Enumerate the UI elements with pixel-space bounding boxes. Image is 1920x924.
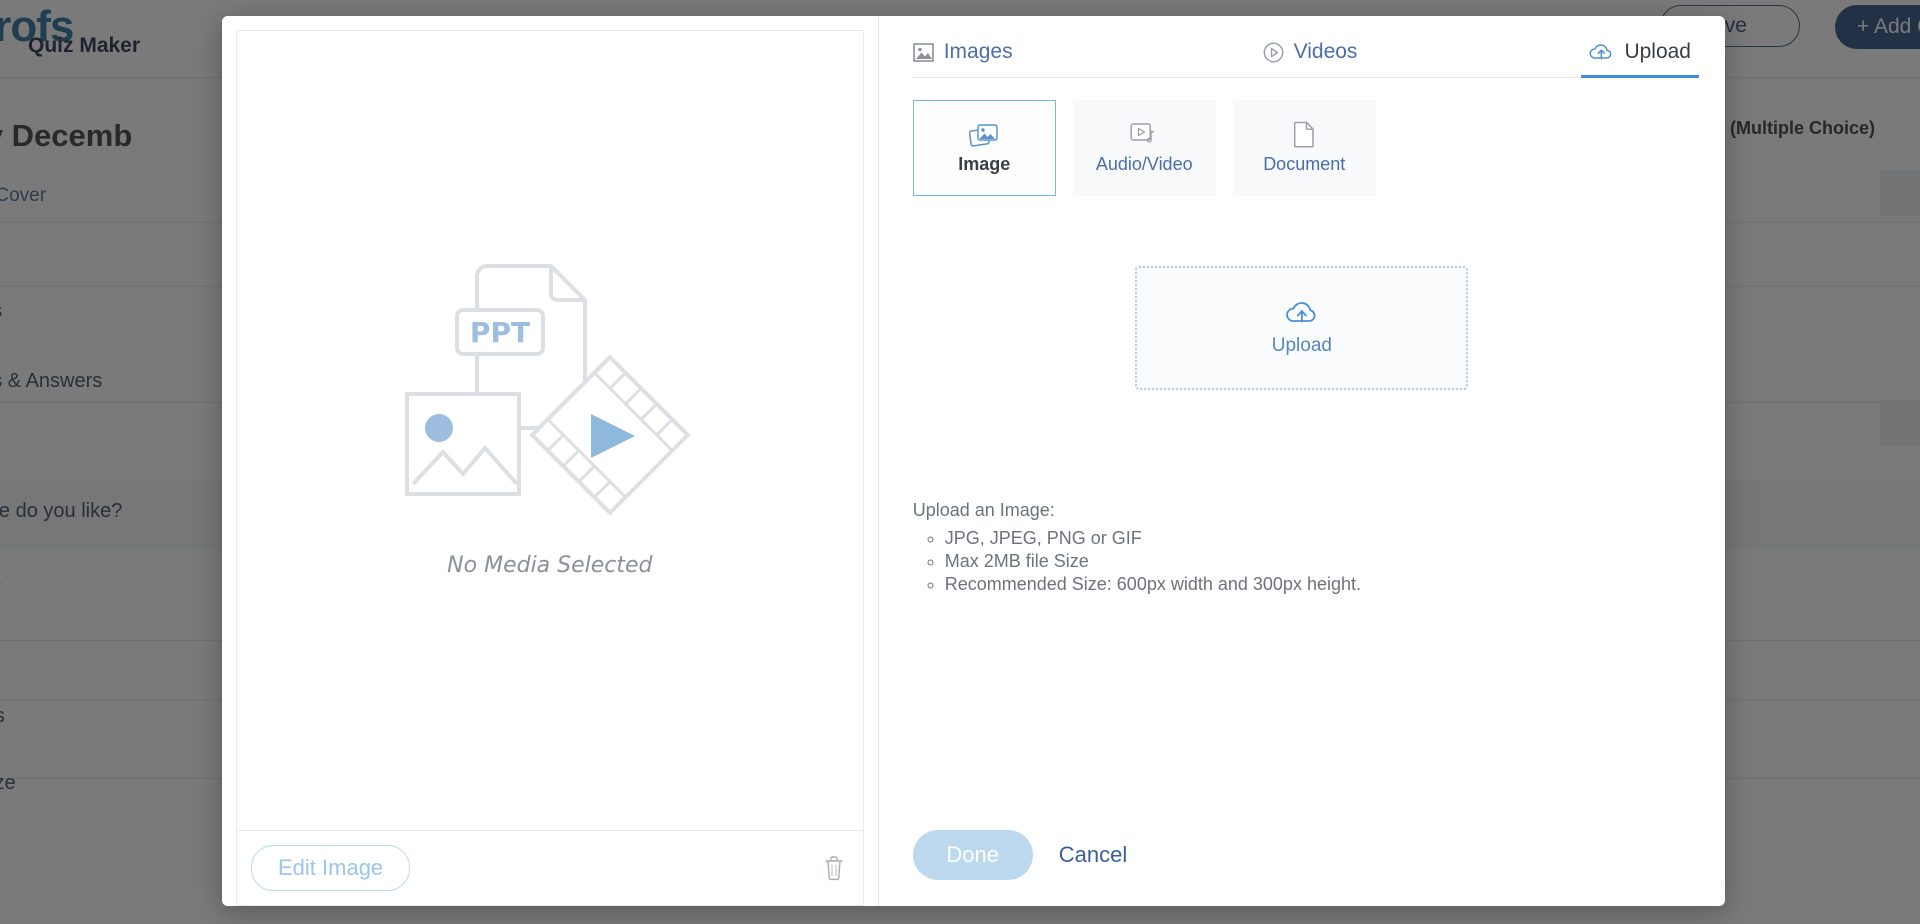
media-type-audio-video-label: Audio/Video [1095,153,1193,174]
upload-dropzone-label: Upload [1271,335,1332,356]
upload-hints-list: JPG, JPEG, PNG or GIF Max 2MB file Size … [913,527,1691,596]
tab-upload[interactable]: Upload [1581,40,1699,78]
tab-images[interactable]: Images [912,40,1013,77]
no-media-label: No Media Selected [447,552,653,578]
tab-videos-label: Videos [1293,40,1358,63]
tab-images-label: Images [943,40,1013,63]
done-button[interactable]: Done [912,830,1033,880]
media-type-image-label: Image [958,153,1011,174]
cancel-button[interactable]: Cancel [1045,842,1141,868]
media-play-icon [1130,122,1158,148]
ppt-badge-text: PPT [470,316,530,349]
media-type-selector: Image Audio/Video Document [912,100,1691,196]
no-media-illustration: PPT [395,248,705,538]
preview-footer: Edit Image [236,830,864,906]
photos-icon [969,122,999,148]
upload-hint-item: JPG, JPEG, PNG or GIF [945,527,1691,550]
upload-hint-item: Max 2MB file Size [945,550,1691,573]
media-source-pane: Images Videos Upload Image Audio/Video D… [879,16,1725,906]
trash-icon[interactable] [823,855,845,881]
media-picker-modal: PPT No Media Selected Edit Image Images … [222,16,1725,906]
cloud-upload-icon [1589,42,1614,62]
play-circle-icon [1263,42,1284,63]
upload-hint-item: Recommended Size: 600px width and 300px … [945,573,1691,596]
tab-videos[interactable]: Videos [1263,40,1358,77]
cloud-upload-icon [1285,299,1319,327]
empty-media-placeholder: PPT No Media Selected [395,248,705,578]
media-type-document[interactable]: Document [1232,100,1376,196]
media-preview-area: PPT No Media Selected [236,30,864,830]
image-icon [912,42,934,62]
tab-upload-label: Upload [1624,40,1691,63]
media-type-audio-video[interactable]: Audio/Video [1072,100,1216,196]
upload-hints-title: Upload an Image: [912,500,1055,520]
edit-image-button[interactable]: Edit Image [251,845,411,891]
media-preview-pane: PPT No Media Selected Edit Image [222,16,879,906]
upload-dropzone[interactable]: Upload [1135,266,1469,390]
document-icon [1293,121,1315,148]
upload-hints: Upload an Image: JPG, JPEG, PNG or GIF M… [913,500,1691,596]
modal-footer: Done Cancel [912,830,1691,880]
media-source-tabs: Images Videos Upload [912,16,1699,78]
media-type-document-label: Document [1263,154,1346,174]
media-type-image[interactable]: Image [912,100,1056,196]
